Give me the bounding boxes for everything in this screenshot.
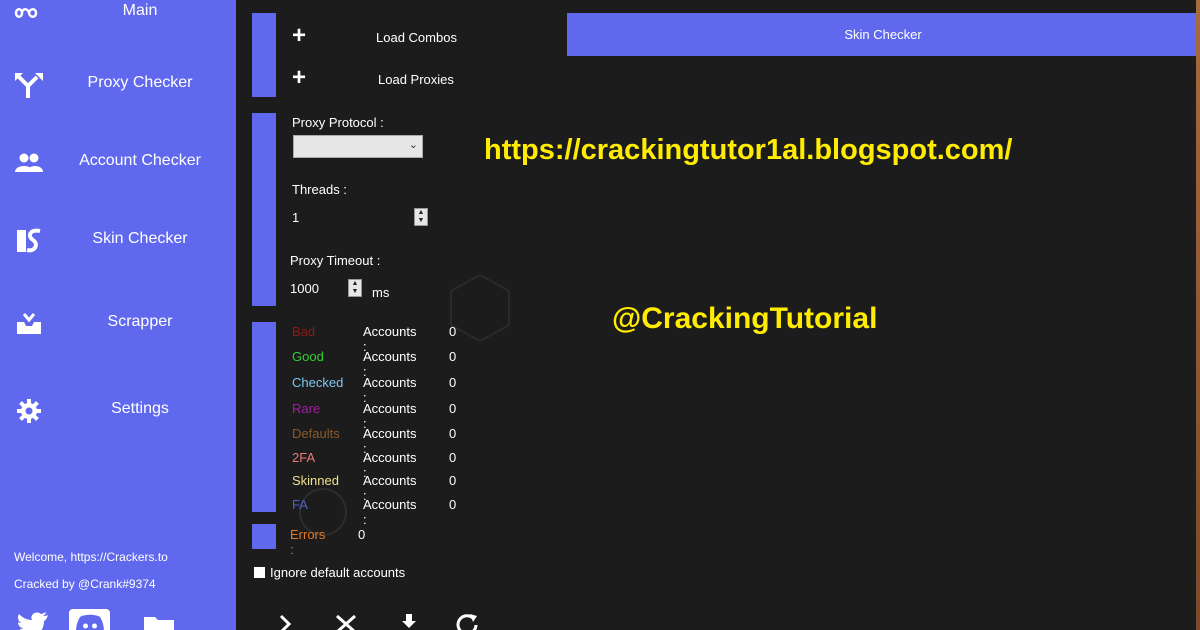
sidebar-item-label: Proxy Checker bbox=[87, 74, 193, 91]
stats-section-bar bbox=[252, 322, 276, 512]
proxy-protocol-select[interactable]: ⌄ bbox=[293, 135, 423, 158]
sidebar-item-label: Skin Checker bbox=[92, 230, 188, 247]
sidebar-item-label: Main bbox=[122, 2, 158, 19]
stat-name: Bad bbox=[292, 324, 316, 339]
stat-value: 0 bbox=[449, 375, 457, 390]
sidebar-item-account-checker[interactable]: Account Checker bbox=[0, 138, 236, 188]
settings-section-bar bbox=[252, 113, 276, 306]
gear-icon bbox=[14, 396, 44, 426]
stat-name: Good bbox=[292, 349, 324, 364]
download-icon[interactable] bbox=[397, 612, 421, 630]
proxy-timeout-stepper[interactable]: ▲ ▼ bbox=[348, 279, 362, 297]
refresh-icon[interactable] bbox=[455, 612, 479, 630]
twitter-icon[interactable] bbox=[16, 610, 50, 630]
stat-value: 0 bbox=[449, 473, 457, 488]
sidebar-item-scrapper[interactable]: Scrapper bbox=[0, 299, 236, 349]
stat-name: Defaults bbox=[292, 426, 340, 441]
load-section-bar bbox=[252, 13, 276, 97]
watermark-url: https://crackingtutor1al.blogspot.com/ bbox=[484, 134, 1013, 166]
stat-name: Rare bbox=[292, 401, 321, 416]
tray-icon bbox=[14, 309, 44, 339]
stat-name: Skinned bbox=[292, 473, 339, 488]
plus-icon: + bbox=[292, 22, 307, 49]
sidebar-item-settings[interactable]: Settings bbox=[0, 386, 236, 436]
chevron-down-icon: ⌄ bbox=[408, 139, 418, 151]
errors-label: Errors : bbox=[290, 527, 326, 557]
welcome-text: Welcome, https://Crackers.to bbox=[14, 550, 168, 564]
stat-name: FA bbox=[292, 497, 308, 512]
stat-name: 2FA bbox=[292, 450, 316, 465]
cracked-by-text: Cracked by @Crank#9374 bbox=[14, 577, 156, 591]
sidebar-item-label: Settings bbox=[111, 400, 169, 417]
plus-icon: + bbox=[292, 64, 307, 91]
ignore-default-label: Ignore default accounts bbox=[270, 565, 406, 580]
stat-value: 0 bbox=[449, 426, 457, 441]
sidebar-item-proxy-checker[interactable]: Proxy Checker bbox=[0, 60, 236, 110]
proxy-protocol-label: Proxy Protocol : bbox=[292, 115, 384, 130]
load-proxies-label: Load Proxies bbox=[378, 72, 454, 87]
stop-icon[interactable] bbox=[334, 612, 358, 630]
load-combos-label: Load Combos bbox=[376, 30, 457, 45]
sidebar-item-skin-checker[interactable]: Skin Checker bbox=[0, 216, 236, 266]
tab-skin-checker[interactable]: Skin Checker bbox=[567, 13, 1199, 56]
watermark-handle: @CrackingTutorial bbox=[612, 302, 878, 335]
start-icon[interactable] bbox=[273, 612, 297, 630]
threads-stepper[interactable]: ▲ ▼ bbox=[414, 208, 428, 226]
discord-icon[interactable] bbox=[69, 609, 110, 630]
sidebar-item-main[interactable]: Main bbox=[0, 0, 236, 38]
stat-name: Checked bbox=[292, 375, 344, 390]
threads-label: Threads : bbox=[292, 182, 347, 197]
stat-value: 0 bbox=[449, 497, 457, 512]
proxy-timeout-label: Proxy Timeout : bbox=[290, 253, 381, 268]
load-combos-button[interactable]: + Load Combos bbox=[280, 20, 470, 54]
hexagon-spinner-icon bbox=[450, 273, 510, 343]
sidebar: Main Proxy Checker Account Checker Skin … bbox=[0, 0, 236, 630]
ignore-default-checkbox[interactable] bbox=[254, 567, 265, 578]
sidebar-item-label: Account Checker bbox=[79, 152, 201, 169]
infinity-icon bbox=[14, 0, 44, 28]
fork-arrow-icon bbox=[14, 70, 44, 100]
proxy-timeout-input[interactable]: 1000 bbox=[290, 281, 319, 296]
errors-section-bar bbox=[252, 524, 276, 549]
sidebar-item-label: Scrapper bbox=[107, 313, 173, 330]
users-icon bbox=[14, 148, 44, 178]
stat-value: 0 bbox=[449, 450, 457, 465]
load-proxies-button[interactable]: + Load Proxies bbox=[280, 62, 470, 96]
window-edge bbox=[1196, 0, 1200, 630]
stat-value: 0 bbox=[449, 401, 457, 416]
brush-s-icon bbox=[14, 226, 44, 256]
errors-value: 0 bbox=[358, 527, 366, 542]
threads-input[interactable]: 1 bbox=[292, 210, 299, 225]
timeout-unit-label: ms bbox=[372, 285, 390, 300]
main-panel: + Load Combos + Load Proxies Skin Checke… bbox=[236, 0, 1199, 630]
stat-accounts-label: Accounts : bbox=[363, 497, 417, 527]
stat-value: 0 bbox=[449, 324, 457, 339]
stat-value: 0 bbox=[449, 349, 457, 364]
folder-icon[interactable] bbox=[142, 610, 176, 630]
